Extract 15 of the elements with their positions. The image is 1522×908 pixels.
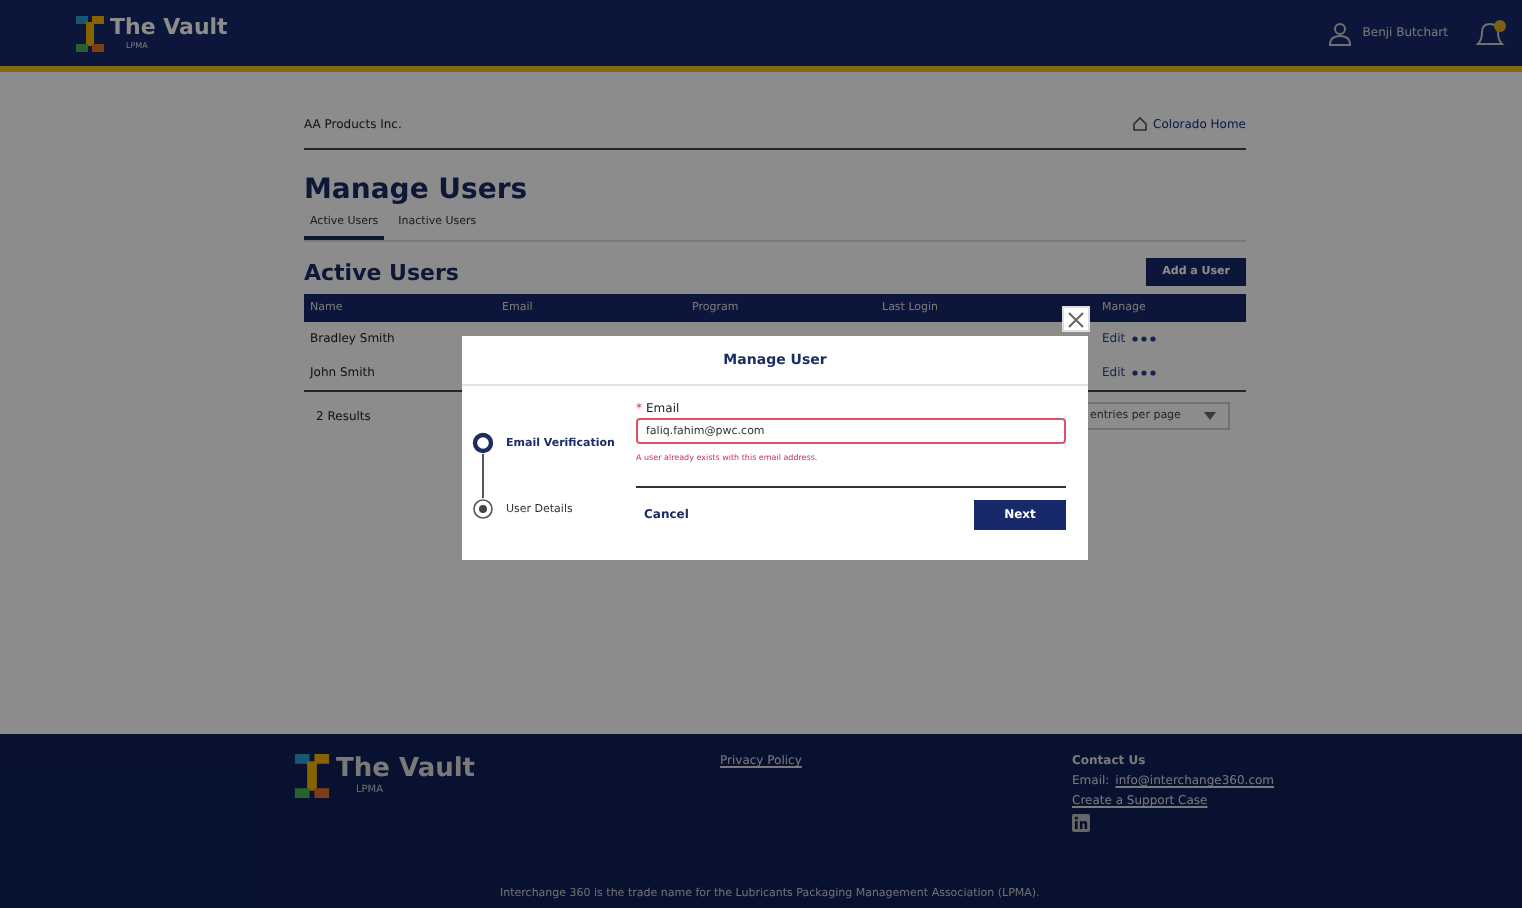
page-title: Manage Users <box>304 174 530 206</box>
linkedin-icon[interactable] <box>1072 814 1090 832</box>
home-icon <box>1131 116 1148 132</box>
logo-icon <box>76 15 104 51</box>
bell-icon[interactable] <box>1474 19 1506 47</box>
close-button[interactable] <box>1062 306 1090 332</box>
logo-title: The Vault <box>110 16 228 40</box>
logo-icon <box>294 754 330 798</box>
close-icon <box>1068 311 1084 327</box>
user-icon <box>1328 21 1353 45</box>
section-title: Active Users <box>304 259 459 285</box>
more-icon[interactable] <box>1131 370 1156 376</box>
caret-icon <box>1204 412 1216 420</box>
logo-title: The Vault <box>336 756 476 784</box>
more-icon[interactable] <box>1131 336 1156 342</box>
